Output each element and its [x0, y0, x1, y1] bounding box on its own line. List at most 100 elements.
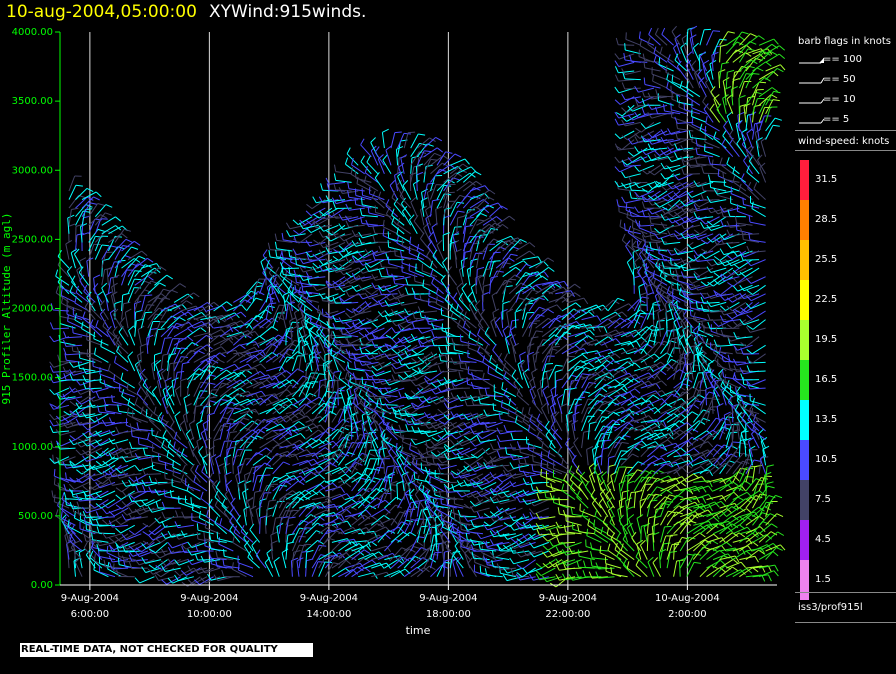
wind-barb-flag [49, 335, 55, 342]
wind-barb [128, 330, 136, 346]
wind-barb [382, 226, 398, 235]
wind-barb-flag [123, 228, 131, 232]
wind-barb [337, 380, 339, 397]
wind-barb-flag [354, 361, 356, 369]
wind-barb-flag [127, 351, 134, 357]
wind-barb-flag [495, 317, 501, 323]
wind-barb-flag [95, 460, 103, 466]
wind-barb-flag [49, 413, 55, 420]
wind-barb-flag [361, 197, 363, 205]
wind-barb-flag [226, 301, 233, 307]
wind-barb [515, 287, 522, 303]
wind-barb [298, 423, 314, 432]
wind-barb-flag [364, 265, 370, 272]
wind-barb [60, 439, 76, 447]
wind-barb [226, 420, 240, 432]
wind-barb-flag [96, 291, 104, 297]
wind-barb-flag [175, 510, 179, 518]
wind-barb-flag [358, 331, 365, 338]
wind-barb-flag [530, 483, 534, 491]
wind-barb-flag [234, 407, 242, 410]
wind-barb-flag [115, 443, 120, 451]
wind-barb-flag [260, 363, 267, 370]
wind-barb-flag [445, 151, 453, 154]
wind-barb-flag [529, 476, 534, 484]
wind-barb-flag [395, 442, 398, 450]
wind-barb-flag [72, 325, 74, 334]
wind-barbs [49, 25, 786, 588]
wind-barb-flag [209, 396, 217, 399]
wind-barb-flag [193, 292, 200, 298]
wind-barb-flag [456, 491, 462, 498]
wind-barb [458, 298, 471, 312]
wind-barb-flag [213, 438, 221, 442]
wind-barb-flag [121, 513, 127, 521]
wind-barb-flag [304, 313, 307, 321]
wind-barb-flag [529, 511, 534, 519]
wind-barb-flag [95, 320, 99, 327]
wind-barb [397, 467, 405, 483]
wind-barb-flag [179, 283, 187, 288]
wind-barb-flag [478, 542, 481, 550]
wind-barb-flag [111, 282, 118, 288]
wind-barb [311, 439, 327, 449]
wind-barb [100, 346, 116, 355]
wind-barb-flag [60, 288, 63, 296]
wind-barb-flag [255, 549, 261, 556]
wind-barb-flag [541, 275, 548, 281]
wind-barb [461, 288, 471, 303]
wind-barb-flag [223, 549, 225, 557]
wind-barb-flag [236, 515, 242, 522]
wind-barb-flag [113, 374, 116, 382]
wind-barb-flag [299, 544, 307, 547]
wind-barb-flag [69, 285, 74, 293]
wind-barb [292, 415, 308, 423]
wind-barb [401, 271, 418, 278]
wind-barb [539, 380, 543, 397]
wind-barb-flag [464, 399, 468, 406]
wind-barb [416, 157, 420, 174]
wind-barb-flag [371, 322, 378, 328]
wind-barb-flag [246, 413, 253, 419]
wind-barb [72, 490, 89, 496]
wind-barb-flag [128, 325, 135, 331]
wind-barb-flag [509, 462, 514, 469]
wind-barb [426, 192, 431, 209]
wind-barb-flag [292, 321, 300, 324]
wind-barb [282, 267, 300, 270]
wind-barb-flag [93, 562, 96, 571]
wind-barb-flag [522, 567, 528, 574]
wind-barb-flag [552, 346, 560, 348]
wind-barb-flag [546, 368, 553, 373]
wind-barb-flag [324, 447, 332, 453]
wind-barb-flag [93, 553, 96, 561]
wind-barb-flag [224, 454, 232, 459]
wind-barb-flag [484, 344, 489, 352]
wind-barb-flag [126, 407, 129, 415]
wind-barb-flag [305, 396, 312, 403]
wind-barb [469, 447, 484, 459]
wind-barb-flag [468, 544, 471, 552]
wind-barb [368, 224, 385, 227]
wind-barb-flag [420, 525, 428, 528]
wind-barb [188, 424, 195, 440]
wind-barb-flag [79, 257, 87, 262]
wind-barb-flag [543, 295, 549, 302]
wind-barb-flag [479, 565, 482, 573]
wind-barb [410, 133, 419, 149]
wind-barb [245, 467, 253, 483]
wind-barb [423, 166, 427, 183]
wind-barb [259, 317, 273, 329]
wind-barb [92, 288, 103, 303]
wind-barb-flag [543, 260, 549, 267]
wind-barb-flag [496, 497, 501, 505]
wind-barb [239, 429, 253, 440]
wind-barb-flag [293, 229, 300, 235]
wind-barb [504, 359, 517, 372]
wind-barb [318, 561, 326, 577]
wind-barb [529, 420, 543, 432]
wind-barb [435, 209, 438, 226]
wind-barb [246, 291, 259, 303]
wind-barb-flag [391, 337, 397, 344]
wind-barb-flag [445, 354, 448, 362]
